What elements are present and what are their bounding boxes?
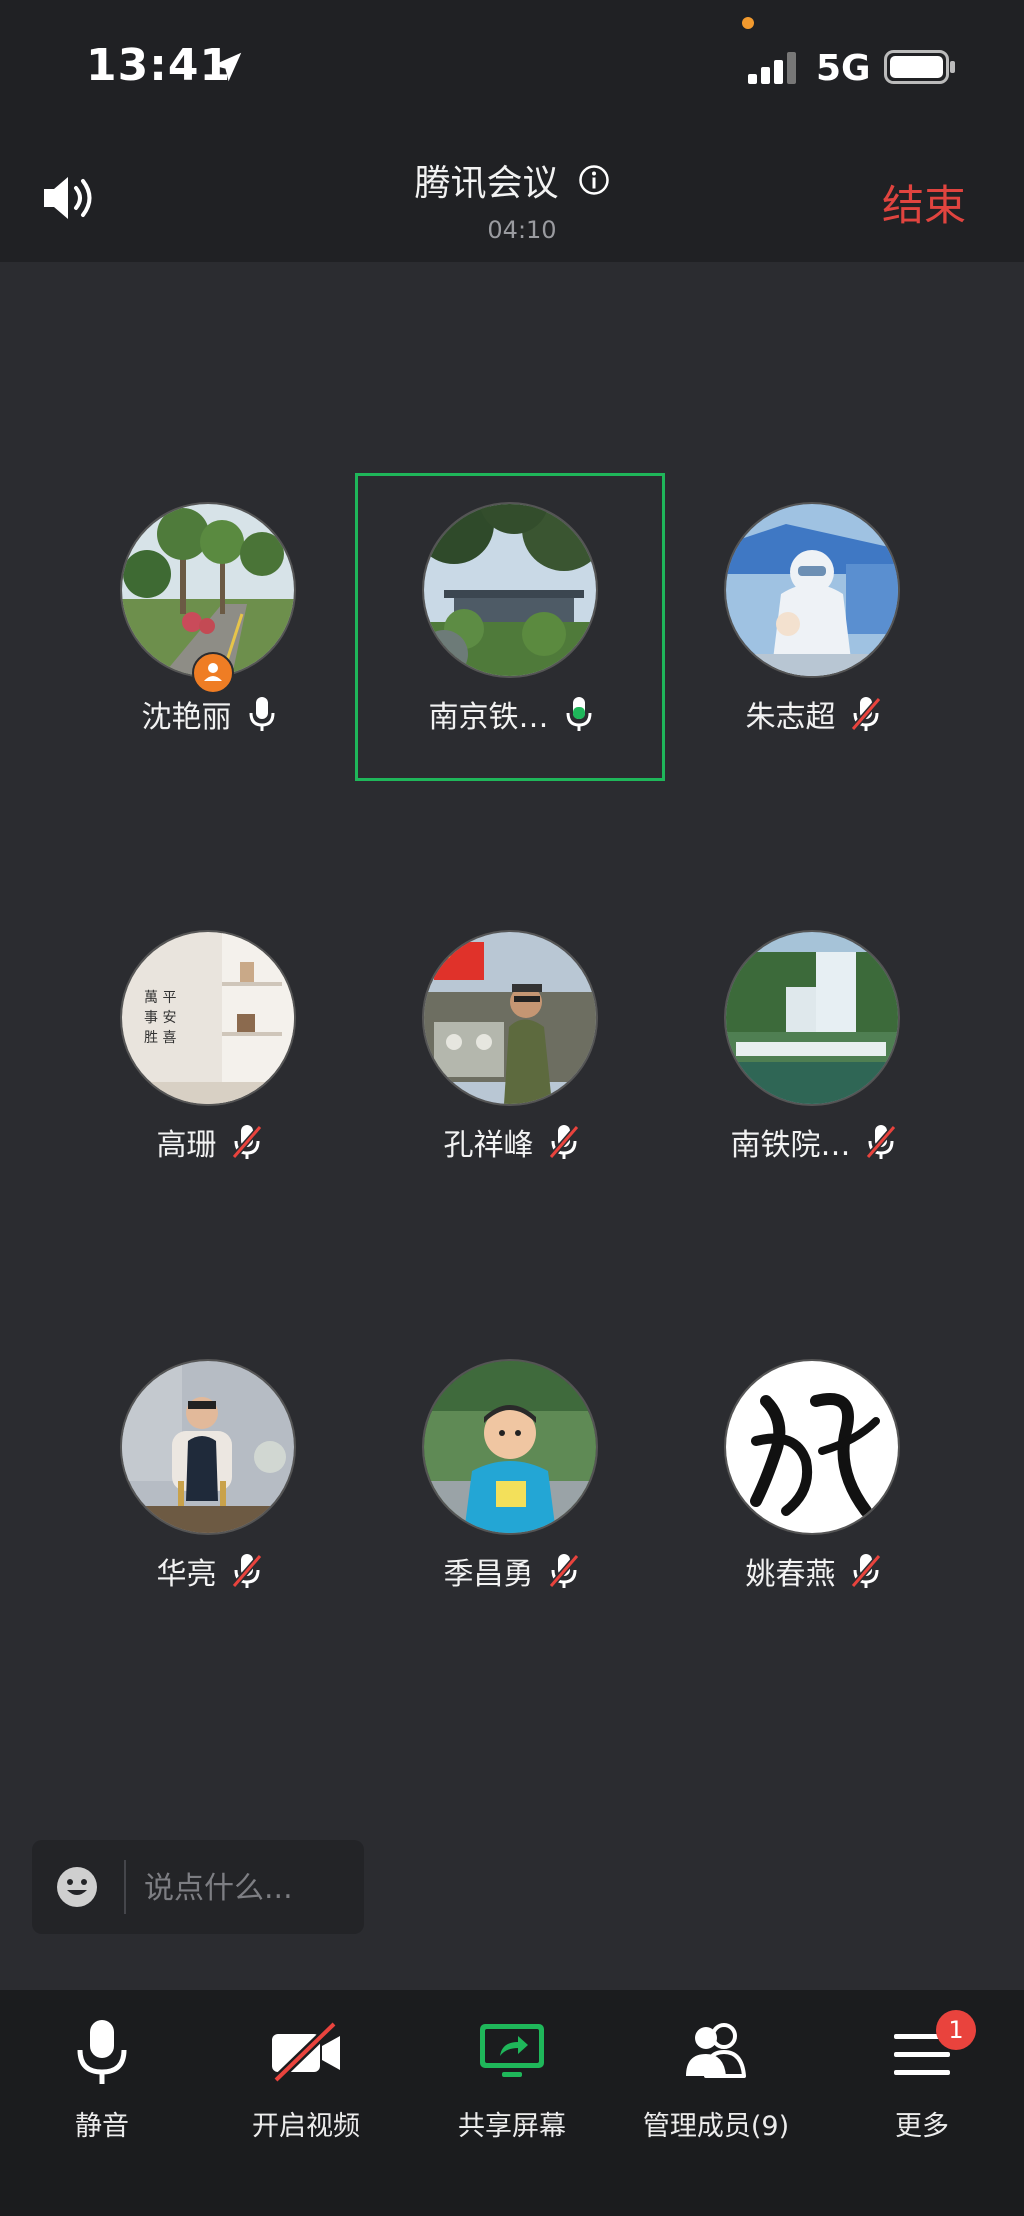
- network-type: 5G: [816, 48, 871, 89]
- mute-label: 静音: [75, 2111, 129, 2142]
- share-screen-icon: [480, 2024, 544, 2077]
- svg-text:萬 平: 萬 平: [144, 990, 176, 1006]
- child-chair-photo: [122, 1361, 294, 1533]
- participant-tile[interactable]: 华亮: [60, 1329, 360, 1592]
- participant-tile[interactable]: 姚春燕: [664, 1329, 964, 1592]
- chat-input[interactable]: [142, 1858, 356, 1918]
- svg-text:事 安: 事 安: [144, 1010, 176, 1026]
- mute-button[interactable]: 静音: [2, 2012, 202, 2162]
- participant-tile[interactable]: 季昌勇: [362, 1329, 662, 1592]
- room-shelf-photo: 萬 平 事 安 胜 喜: [122, 932, 294, 1104]
- microphone-muted-icon: [548, 1554, 579, 1588]
- calligraphy-avatar: [726, 1361, 898, 1533]
- participant-tile[interactable]: 沈艳丽: [60, 472, 360, 735]
- child-blue-shirt-photo: [424, 1361, 596, 1533]
- manage-members-button[interactable]: 管理成员(9): [616, 2012, 816, 2162]
- microphone-muted-icon: [850, 1554, 881, 1588]
- share-label: 共享屏幕: [458, 2111, 566, 2142]
- medic-ppe-photo: [726, 504, 898, 676]
- participant-name: 姚春燕: [745, 1557, 836, 1592]
- bottom-toolbar: 静音 开启视频 共享屏幕 管理成员(9) 1 更多: [0, 1990, 1024, 2216]
- members-icon: [686, 2023, 746, 2078]
- avatar: [724, 502, 900, 678]
- svg-text:胜 喜: 胜 喜: [144, 1030, 176, 1046]
- avatar: 萬 平 事 安 胜 喜: [120, 930, 296, 1106]
- chat-divider: [124, 1860, 126, 1914]
- microphone-muted-icon: [865, 1125, 896, 1159]
- avatar: [422, 1359, 598, 1535]
- waterfall-photo: [726, 932, 898, 1104]
- share-screen-button[interactable]: 共享屏幕: [412, 2012, 612, 2162]
- more-button[interactable]: 1 更多: [822, 2010, 1022, 2162]
- status-bar: 13:41 5G: [0, 0, 1024, 120]
- avatar: [724, 930, 900, 1106]
- microphone-icon: [77, 2020, 127, 2084]
- participant-name: 高珊: [156, 1128, 217, 1163]
- video-camera-off-icon: [272, 2020, 340, 2084]
- active-speaker-frame: [355, 473, 665, 781]
- microphone-muted-icon: [231, 1554, 262, 1588]
- participant-tile[interactable]: 南铁院…: [664, 900, 964, 1163]
- members-label: 管理成员(9): [642, 2111, 790, 2142]
- meeting-duration: 04:10: [487, 216, 557, 244]
- man-jeep-flag-photo: [424, 932, 596, 1104]
- participant-name: 华亮: [156, 1557, 217, 1592]
- microphone-muted-icon: [850, 697, 881, 731]
- cellular-signal-icon: [748, 52, 796, 84]
- location-arrow-icon: [212, 52, 242, 82]
- participant-name: 朱志超: [745, 700, 836, 735]
- participant-tile[interactable]: 朱志超: [664, 472, 964, 735]
- participant-tile[interactable]: 萬 平 事 安 胜 喜 高珊: [60, 900, 360, 1163]
- info-icon[interactable]: [578, 164, 610, 196]
- avatar: [724, 1359, 900, 1535]
- participant-name: 孔祥峰: [443, 1128, 534, 1163]
- participant-name: 沈艳丽: [141, 700, 232, 735]
- meeting-title: 腾讯会议: [414, 163, 559, 204]
- participant-name: 季昌勇: [443, 1557, 534, 1592]
- battery-icon: [884, 50, 955, 84]
- microphone-muted-icon: [548, 1125, 579, 1159]
- microphone-icon: [249, 697, 275, 731]
- avatar: [422, 930, 598, 1106]
- meeting-title-area[interactable]: 腾讯会议: [0, 154, 1024, 206]
- start-video-button[interactable]: 开启视频: [206, 2012, 406, 2162]
- host-badge-icon: [192, 652, 234, 694]
- participant-tile[interactable]: 孔祥峰: [362, 900, 662, 1163]
- notification-badge: 1: [936, 2010, 976, 2050]
- video-label: 开启视频: [252, 2111, 360, 2142]
- privacy-indicator-dot: [742, 17, 754, 29]
- palm-trees-photo: [122, 504, 294, 676]
- meeting-header: 腾讯会议 04:10 结束: [0, 120, 1024, 262]
- microphone-muted-icon: [231, 1125, 262, 1159]
- more-label: 更多: [895, 2111, 949, 2142]
- avatar: [120, 1359, 296, 1535]
- chat-box[interactable]: [32, 1840, 364, 1934]
- participant-name: 南铁院…: [730, 1128, 851, 1163]
- emoji-icon[interactable]: [56, 1866, 98, 1908]
- end-meeting-button[interactable]: 结束: [882, 172, 966, 233]
